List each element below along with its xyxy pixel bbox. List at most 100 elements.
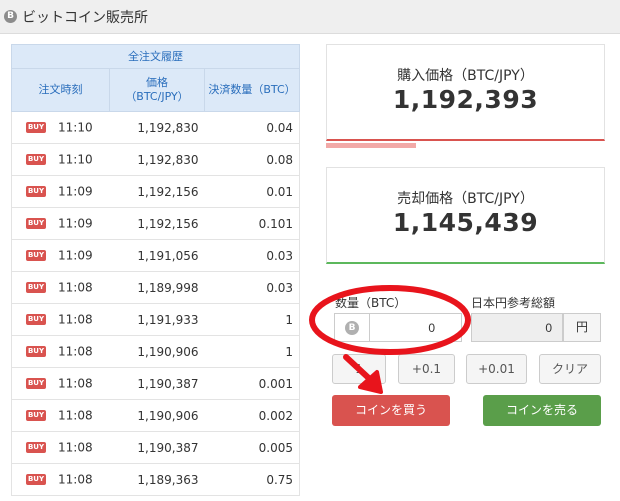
jpy-total-label: 日本円参考総額 xyxy=(471,296,556,310)
order-amount: 0.001 xyxy=(204,367,301,400)
order-price: 1,189,363 xyxy=(109,463,205,496)
order-amount: 0.101 xyxy=(204,207,301,240)
order-price: 1,192,830 xyxy=(109,143,205,176)
buy-badge: BUY xyxy=(26,282,46,294)
order-amount: 1 xyxy=(204,303,301,336)
order-time-cell: BUY 11:09 xyxy=(11,239,110,272)
order-price: 1,190,906 xyxy=(109,335,205,368)
order-price: 1,189,998 xyxy=(109,271,205,304)
add-1-button[interactable]: 1 xyxy=(332,354,386,384)
buy-price-value: 1,192,393 xyxy=(392,85,539,114)
order-time-cell: BUY 11:08 xyxy=(11,335,110,368)
order-time: 11:08 xyxy=(58,408,93,423)
order-time: 11:09 xyxy=(58,248,93,263)
order-amount: 1 xyxy=(204,335,301,368)
order-time-cell: BUY 11:08 xyxy=(11,431,110,464)
order-price: 1,191,933 xyxy=(109,303,205,336)
buy-badge: BUY xyxy=(26,378,46,390)
buy-badge: BUY xyxy=(26,474,46,486)
table-row: BUY 11:08 1,191,933 1 xyxy=(11,303,301,336)
order-time-cell: BUY 11:08 xyxy=(11,463,110,496)
order-price: 1,190,387 xyxy=(109,367,205,400)
table-row: BUY 11:09 1,192,156 0.01 xyxy=(11,175,301,208)
sell-price-value: 1,145,439 xyxy=(392,208,539,237)
order-time-cell: BUY 11:08 xyxy=(11,399,110,432)
clear-button[interactable]: クリア xyxy=(539,354,601,384)
order-time: 11:09 xyxy=(58,216,93,231)
order-time: 11:08 xyxy=(58,376,93,391)
buy-badge: BUY xyxy=(26,314,46,326)
table-row: BUY 11:08 1,189,998 0.03 xyxy=(11,271,301,304)
order-amount: 0.005 xyxy=(204,431,301,464)
page-header: B ビットコイン販売所 xyxy=(0,0,620,34)
quantity-coin-addon: B xyxy=(334,313,370,342)
order-price: 1,190,387 xyxy=(109,431,205,464)
order-time-cell: BUY 11:10 xyxy=(11,143,110,176)
order-time-cell: BUY 11:09 xyxy=(11,175,110,208)
column-header-amount: 決済数量（BTC） xyxy=(203,68,301,112)
column-header-price: 価格 （BTC/JPY） xyxy=(109,68,205,112)
order-amount: 0.04 xyxy=(204,111,301,144)
buy-badge: BUY xyxy=(26,250,46,262)
buy-badge: BUY xyxy=(26,122,46,134)
table-row: BUY 11:10 1,192,830 0.08 xyxy=(11,143,301,176)
order-amount: 0.01 xyxy=(204,175,301,208)
order-time: 11:08 xyxy=(58,280,93,295)
buy-price-label: 購入価格（BTC/JPY） xyxy=(397,68,534,84)
order-time: 11:08 xyxy=(58,312,93,327)
buy-badge: BUY xyxy=(26,442,46,454)
buy-badge: BUY xyxy=(26,154,46,166)
buy-badge: BUY xyxy=(26,346,46,358)
order-time-cell: BUY 11:09 xyxy=(11,207,110,240)
order-price: 1,192,156 xyxy=(109,207,205,240)
page-title: ビットコイン販売所 xyxy=(22,10,148,26)
order-time-cell: BUY 11:08 xyxy=(11,367,110,400)
table-row: BUY 11:08 1,190,387 0.001 xyxy=(11,367,301,400)
order-time-cell: BUY 11:10 xyxy=(11,111,110,144)
table-row: BUY 11:08 1,190,387 0.005 xyxy=(11,431,301,464)
column-header-time: 注文時刻 xyxy=(11,68,110,112)
order-amount: 0.03 xyxy=(204,239,301,272)
add-0-1-button[interactable]: +0.1 xyxy=(398,354,455,384)
order-price: 1,190,906 xyxy=(109,399,205,432)
add-0-01-button[interactable]: +0.01 xyxy=(466,354,527,384)
table-row: BUY 11:08 1,189,363 0.75 xyxy=(11,463,301,496)
order-time: 11:09 xyxy=(58,184,93,199)
buy-coin-button[interactable]: コインを買う xyxy=(332,395,450,426)
sell-price-label: 売却価格（BTC/JPY） xyxy=(397,191,534,207)
order-amount: 0.08 xyxy=(204,143,301,176)
order-time: 11:10 xyxy=(58,120,93,135)
order-price: 1,191,056 xyxy=(109,239,205,272)
table-row: BUY 11:09 1,191,056 0.03 xyxy=(11,239,301,272)
buy-price-panel: 購入価格（BTC/JPY） 1,192,393 xyxy=(326,44,605,141)
order-time: 11:08 xyxy=(58,344,93,359)
buy-badge: BUY xyxy=(26,218,46,230)
table-caption: 全注文履歴 xyxy=(10,44,301,69)
sell-coin-button[interactable]: コインを売る xyxy=(483,395,601,426)
bitcoin-icon: B xyxy=(4,10,17,23)
buy-badge: BUY xyxy=(26,186,46,198)
table-row: BUY 11:08 1,190,906 1 xyxy=(11,335,301,368)
quantity-label: 数量（BTC） xyxy=(335,296,407,310)
table-row: BUY 11:09 1,192,156 0.101 xyxy=(11,207,301,240)
order-amount: 0.03 xyxy=(204,271,301,304)
order-time: 11:10 xyxy=(58,152,93,167)
order-time: 11:08 xyxy=(58,440,93,455)
order-time-cell: BUY 11:08 xyxy=(11,303,110,336)
buy-badge: BUY xyxy=(26,410,46,422)
buy-price-indicator xyxy=(326,143,416,148)
order-price: 1,192,156 xyxy=(109,175,205,208)
table-row: BUY 11:08 1,190,906 0.002 xyxy=(11,399,301,432)
sell-price-panel: 売却価格（BTC/JPY） 1,145,439 xyxy=(326,167,605,264)
order-price: 1,192,830 xyxy=(109,111,205,144)
quantity-input[interactable] xyxy=(369,313,462,342)
order-amount: 0.002 xyxy=(204,399,301,432)
jpy-unit-label: 円 xyxy=(563,313,601,342)
bitcoin-icon: B xyxy=(345,321,359,335)
order-amount: 0.75 xyxy=(204,463,301,496)
table-row: BUY 11:10 1,192,830 0.04 xyxy=(11,111,301,144)
order-time-cell: BUY 11:08 xyxy=(11,271,110,304)
jpy-total-field xyxy=(471,313,563,342)
order-time: 11:08 xyxy=(58,472,93,487)
order-history-table: 全注文履歴 注文時刻 価格 （BTC/JPY） 決済数量（BTC） BUY 11:1… xyxy=(10,44,301,496)
